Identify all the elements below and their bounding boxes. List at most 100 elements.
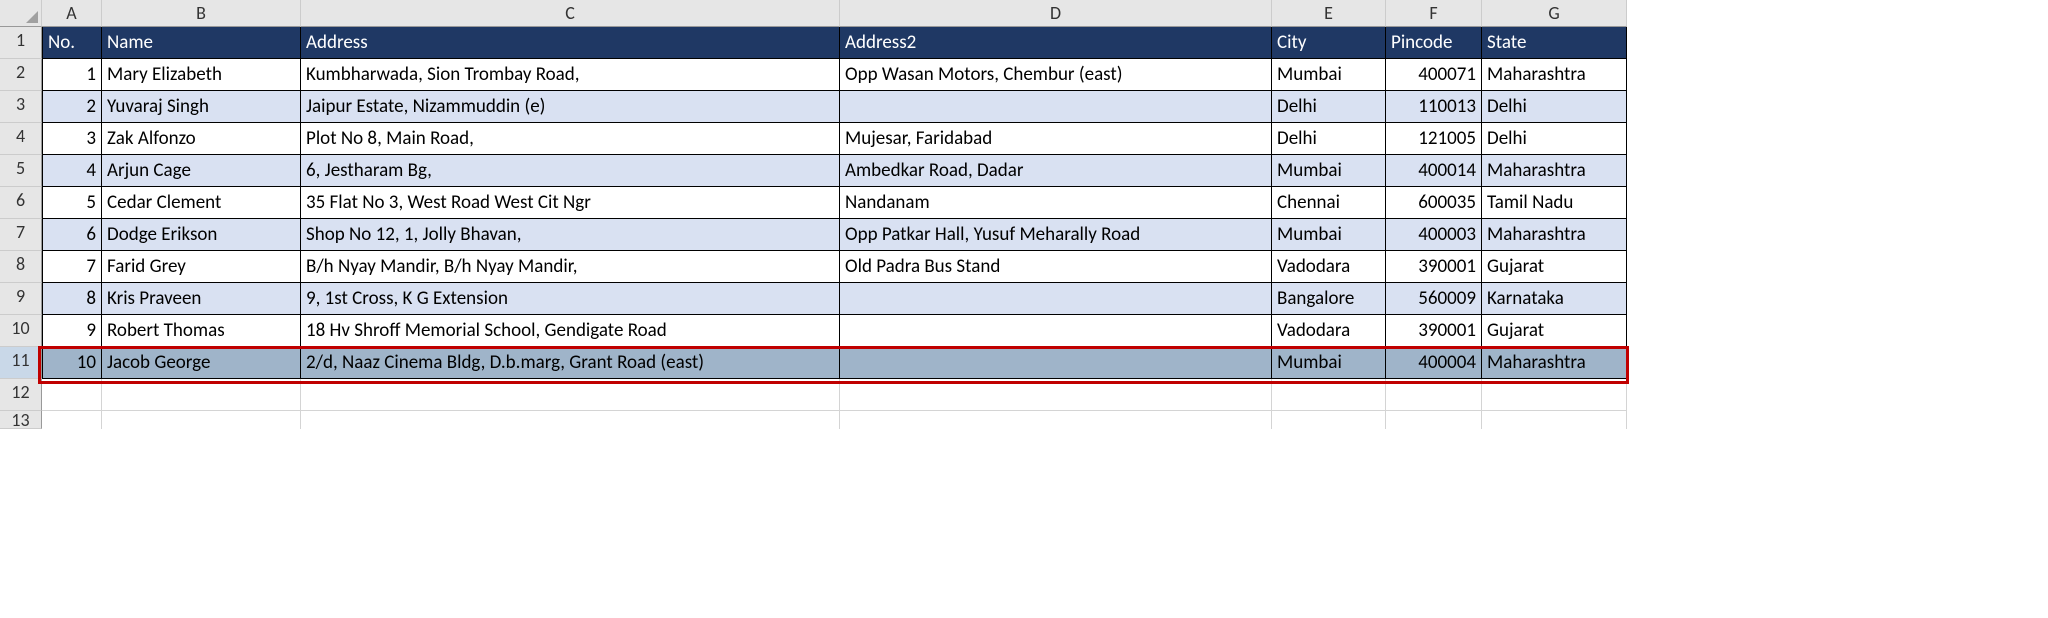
cell-pin[interactable]: 400014 [1386, 155, 1482, 187]
cell-no[interactable]: 9 [42, 315, 102, 347]
cell-name[interactable]: Robert Thomas [102, 315, 301, 347]
empty-cell[interactable] [102, 411, 301, 429]
cell-city[interactable]: Vadodara [1272, 251, 1386, 283]
empty-cell[interactable] [1482, 379, 1627, 411]
cell-addr2[interactable]: Opp Patkar Hall, Yusuf Meharally Road [840, 219, 1272, 251]
cell-addr2[interactable]: Old Padra Bus Stand [840, 251, 1272, 283]
cell-city[interactable]: Delhi [1272, 123, 1386, 155]
cell-name[interactable]: Mary Elizabeth [102, 59, 301, 91]
cell-addr2[interactable]: Ambedkar Road, Dadar [840, 155, 1272, 187]
cell-addr[interactable]: Jaipur Estate, Nizammuddin (e) [301, 91, 840, 123]
header-no[interactable]: No. [42, 27, 102, 59]
row-header[interactable]: 4 [0, 123, 42, 155]
row-header[interactable]: 7 [0, 219, 42, 251]
cell-addr[interactable]: 6, Jestharam Bg, [301, 155, 840, 187]
cell-state[interactable]: Gujarat [1482, 315, 1627, 347]
empty-cell[interactable] [1482, 411, 1627, 429]
cell-city[interactable]: Chennai [1272, 187, 1386, 219]
cell-name[interactable]: Yuvaraj Singh [102, 91, 301, 123]
cell-city[interactable]: Mumbai [1272, 59, 1386, 91]
cell-addr[interactable]: 35 Flat No 3, West Road West Cit Ngr [301, 187, 840, 219]
empty-cell[interactable] [301, 411, 840, 429]
row-header[interactable]: 3 [0, 91, 42, 123]
cell-pin[interactable]: 400004 [1386, 347, 1482, 379]
empty-cell[interactable] [1386, 411, 1482, 429]
cell-pin[interactable]: 121005 [1386, 123, 1482, 155]
row-header[interactable]: 13 [0, 411, 42, 429]
cell-no[interactable]: 8 [42, 283, 102, 315]
cell-state[interactable]: Delhi [1482, 123, 1627, 155]
header-name[interactable]: Name [102, 27, 301, 59]
empty-cell[interactable] [1386, 379, 1482, 411]
cell-no[interactable]: 1 [42, 59, 102, 91]
cell-no[interactable]: 10 [42, 347, 102, 379]
cell-name[interactable]: Cedar Clement [102, 187, 301, 219]
cell-addr2[interactable] [840, 91, 1272, 123]
cell-name[interactable]: Zak Alfonzo [102, 123, 301, 155]
cell-state[interactable]: Tamil Nadu [1482, 187, 1627, 219]
cell-no[interactable]: 5 [42, 187, 102, 219]
row-header[interactable]: 5 [0, 155, 42, 187]
cell-pin[interactable]: 110013 [1386, 91, 1482, 123]
cell-addr2[interactable] [840, 283, 1272, 315]
cell-city[interactable]: Mumbai [1272, 155, 1386, 187]
empty-cell[interactable] [42, 379, 102, 411]
cell-state[interactable]: Maharashtra [1482, 347, 1627, 379]
col-header-G[interactable]: G [1482, 0, 1627, 27]
cell-city[interactable]: Delhi [1272, 91, 1386, 123]
empty-cell[interactable] [1272, 411, 1386, 429]
col-header-B[interactable]: B [102, 0, 301, 27]
cell-addr[interactable]: Plot No 8, Main Road, [301, 123, 840, 155]
spreadsheet-grid[interactable]: A B C D E F G 1 No. Name Address Address… [0, 0, 1627, 429]
empty-cell[interactable] [840, 379, 1272, 411]
cell-addr[interactable]: B/h Nyay Mandir, B/h Nyay Mandir, [301, 251, 840, 283]
cell-state[interactable]: Maharashtra [1482, 219, 1627, 251]
cell-addr[interactable]: 18 Hv Shroff Memorial School, Gendigate … [301, 315, 840, 347]
row-header[interactable]: 12 [0, 379, 42, 411]
cell-addr2[interactable] [840, 347, 1272, 379]
row-header[interactable]: 8 [0, 251, 42, 283]
cell-no[interactable]: 7 [42, 251, 102, 283]
cell-addr2[interactable] [840, 315, 1272, 347]
header-pincode[interactable]: Pincode [1386, 27, 1482, 59]
row-header[interactable]: 1 [0, 27, 42, 59]
cell-no[interactable]: 6 [42, 219, 102, 251]
empty-cell[interactable] [1272, 379, 1386, 411]
cell-no[interactable]: 2 [42, 91, 102, 123]
row-header[interactable]: 10 [0, 315, 42, 347]
cell-state[interactable]: Maharashtra [1482, 155, 1627, 187]
cell-no[interactable]: 3 [42, 123, 102, 155]
col-header-D[interactable]: D [840, 0, 1272, 27]
row-header[interactable]: 2 [0, 59, 42, 91]
cell-pin[interactable]: 400003 [1386, 219, 1482, 251]
row-header[interactable]: 6 [0, 187, 42, 219]
cell-pin[interactable]: 390001 [1386, 315, 1482, 347]
empty-cell[interactable] [840, 411, 1272, 429]
row-header[interactable]: 11 [0, 347, 42, 379]
cell-pin[interactable]: 390001 [1386, 251, 1482, 283]
cell-addr2[interactable]: Opp Wasan Motors, Chembur (east) [840, 59, 1272, 91]
cell-name[interactable]: Jacob George [102, 347, 301, 379]
empty-cell[interactable] [301, 379, 840, 411]
cell-city[interactable]: Bangalore [1272, 283, 1386, 315]
cell-state[interactable]: Gujarat [1482, 251, 1627, 283]
col-header-F[interactable]: F [1386, 0, 1482, 27]
col-header-C[interactable]: C [301, 0, 840, 27]
cell-name[interactable]: Kris Praveen [102, 283, 301, 315]
header-state[interactable]: State [1482, 27, 1627, 59]
header-address[interactable]: Address [301, 27, 840, 59]
cell-no[interactable]: 4 [42, 155, 102, 187]
cell-addr2[interactable]: Nandanam [840, 187, 1272, 219]
cell-pin[interactable]: 600035 [1386, 187, 1482, 219]
cell-city[interactable]: Mumbai [1272, 347, 1386, 379]
cell-state[interactable]: Delhi [1482, 91, 1627, 123]
header-city[interactable]: City [1272, 27, 1386, 59]
cell-city[interactable]: Vadodara [1272, 315, 1386, 347]
cell-city[interactable]: Mumbai [1272, 219, 1386, 251]
col-header-E[interactable]: E [1272, 0, 1386, 27]
cell-name[interactable]: Arjun Cage [102, 155, 301, 187]
cell-addr[interactable]: 2/d, Naaz Cinema Bldg, D.b.marg, Grant R… [301, 347, 840, 379]
select-all-corner[interactable] [0, 0, 42, 27]
col-header-A[interactable]: A [42, 0, 102, 27]
cell-pin[interactable]: 400071 [1386, 59, 1482, 91]
